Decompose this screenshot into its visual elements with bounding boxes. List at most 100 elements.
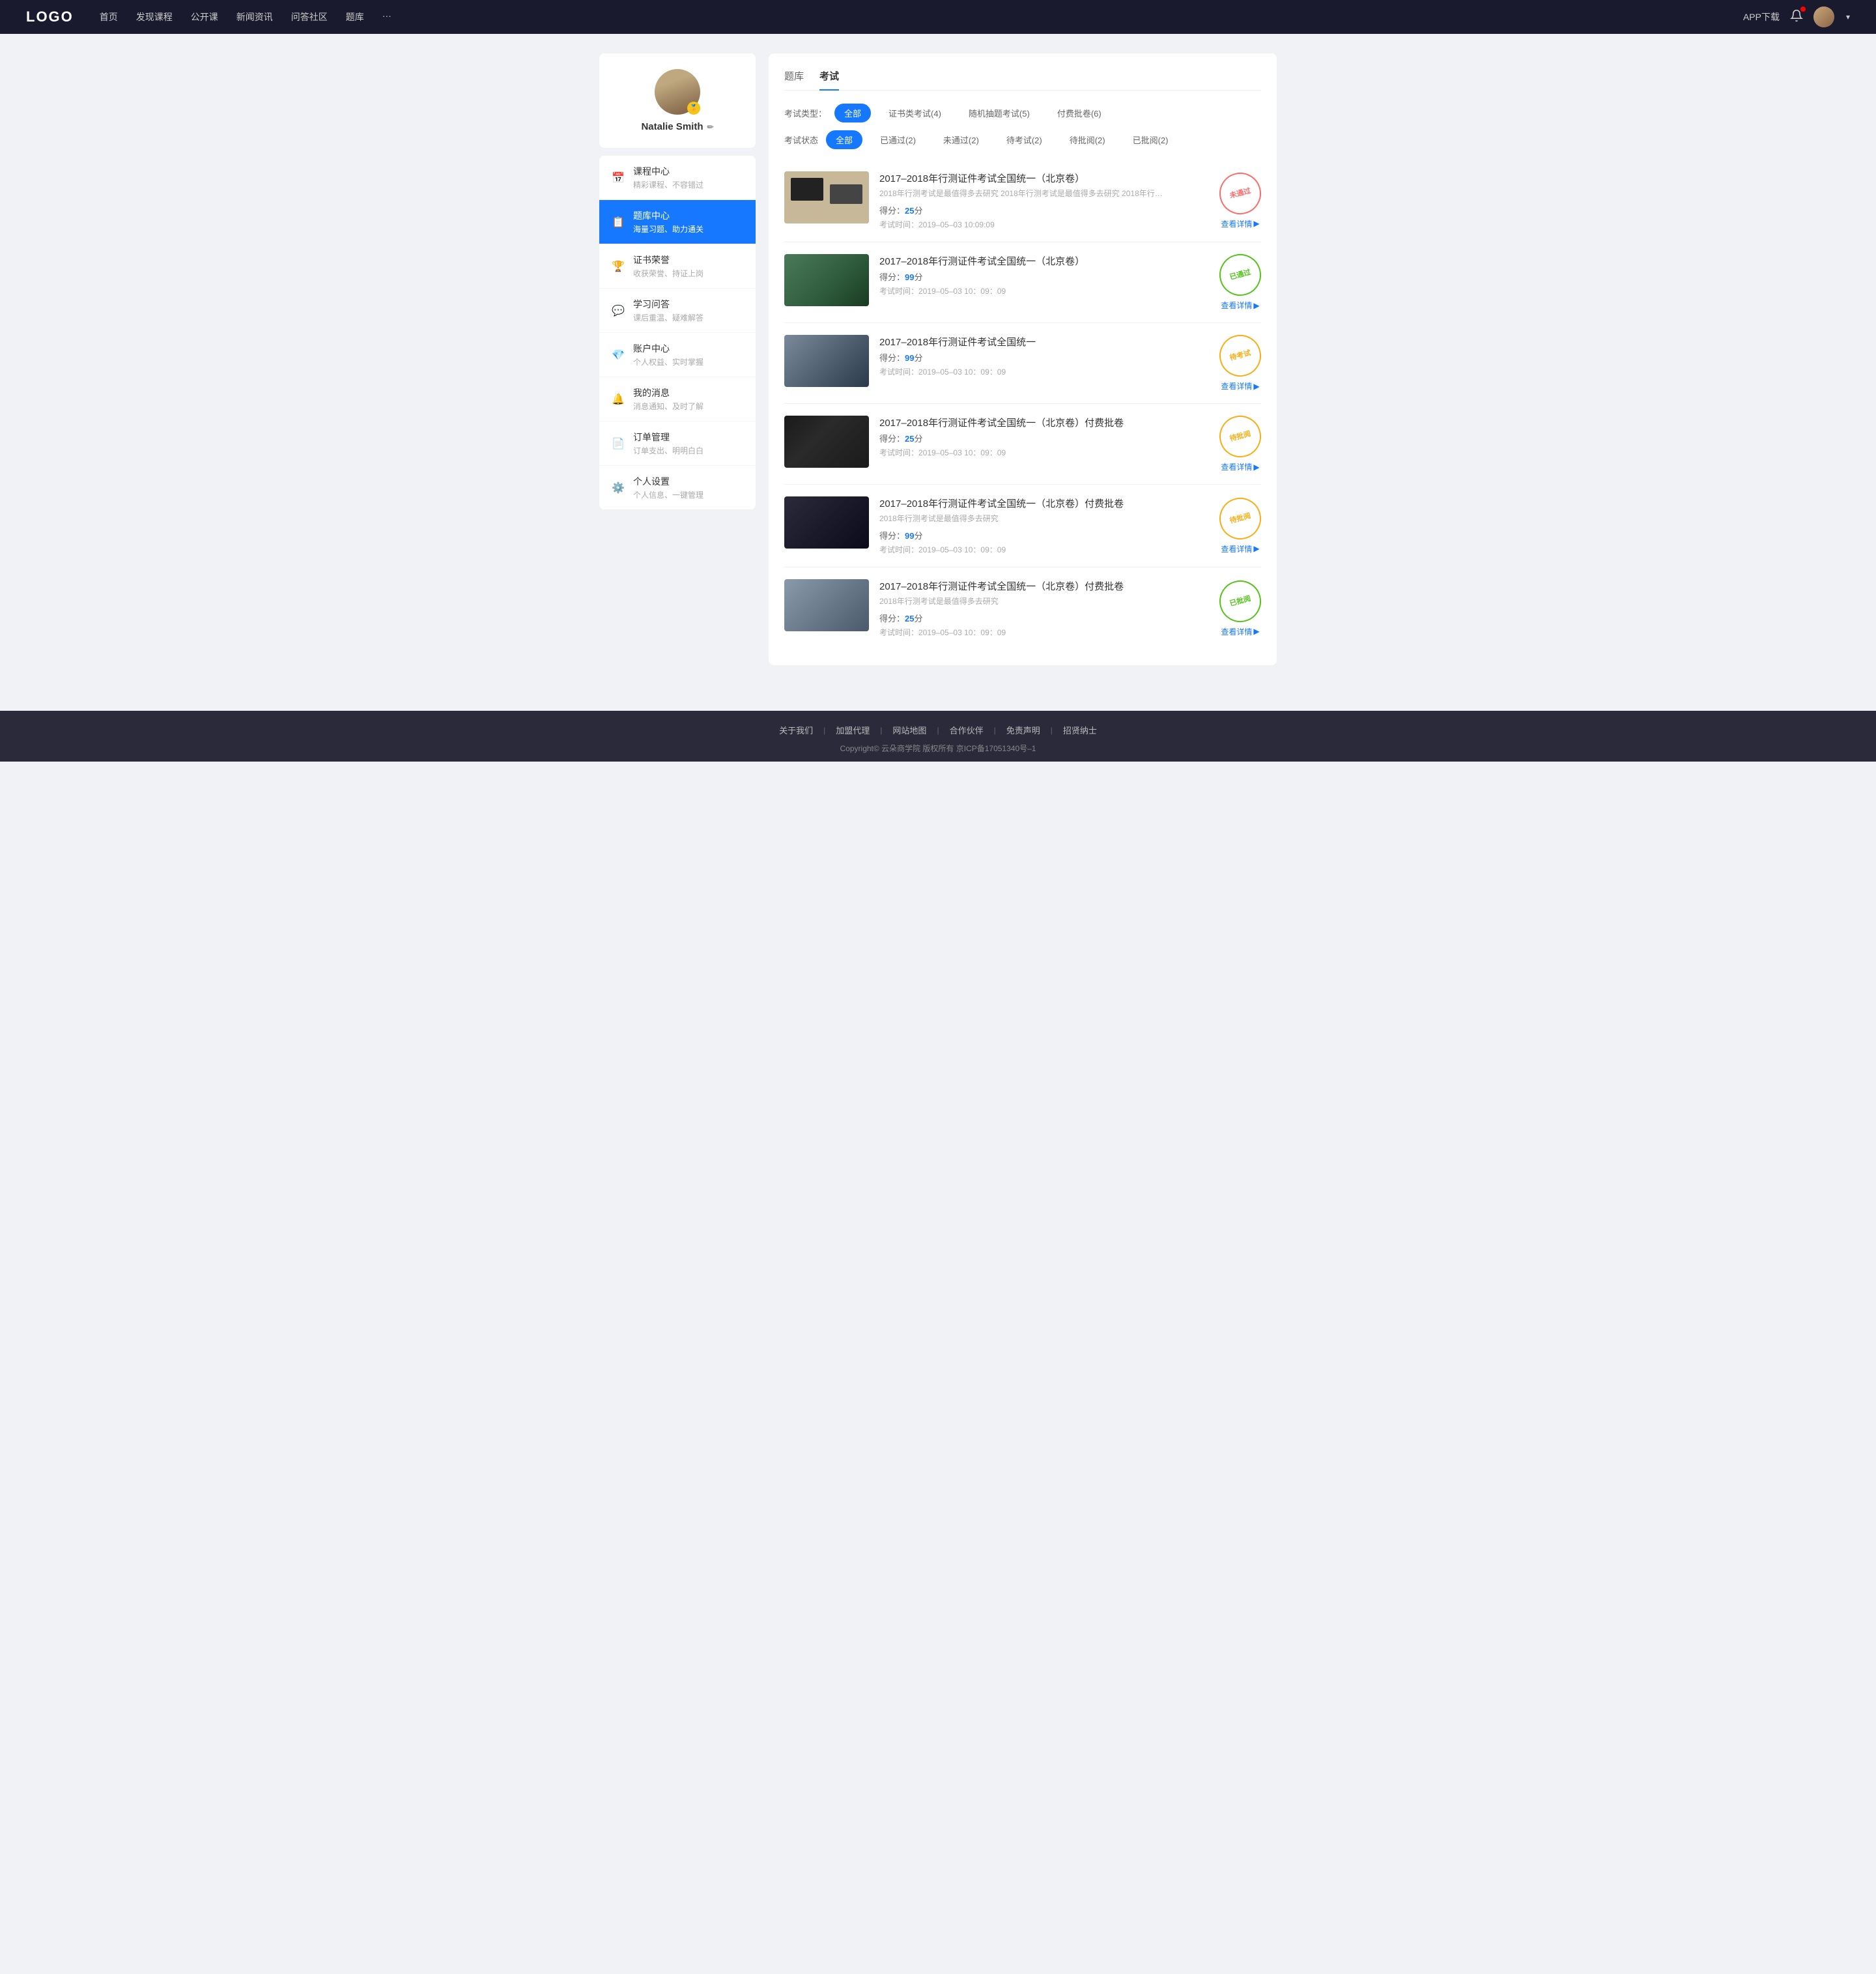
main-container: 🏅 Natalie Smith ✏ 📅 课程中心 精彩课程、不容错过 📋 题库中…	[586, 34, 1290, 685]
cert-menu-sub: 收获荣誉、持证上岗	[633, 268, 744, 279]
qa-menu-title: 学习问答	[633, 298, 744, 311]
exam-score-3: 得分：99分	[879, 351, 1209, 364]
exam-score-val-4: 25	[905, 434, 914, 444]
navbar-nav: 首页 发现课程 公开课 新闻资讯 问答社区 题库 ···	[100, 10, 1743, 23]
footer-link-3[interactable]: 合作伙伴	[939, 724, 994, 736]
exam-time-4: 考试时间：2019–05–03 10：09：09	[879, 447, 1209, 458]
footer-link-2[interactable]: 网站地图	[882, 724, 937, 736]
exam-score-1: 得分：25分	[879, 204, 1209, 216]
footer-link-1[interactable]: 加盟代理	[825, 724, 880, 736]
sidebar-menu: 📅 课程中心 精彩课程、不容错过 📋 题库中心 海量习题、助力通关 🏆 证书荣誉…	[599, 156, 756, 509]
filter-status-btn-未通过(2)[interactable]: 未通过(2)	[933, 130, 989, 149]
sidebar-item-settings[interactable]: ⚙️ 个人设置 个人信息、一键管理	[599, 466, 756, 509]
content-tabs: 题库考试	[784, 69, 1261, 91]
notification-bell-icon[interactable]	[1790, 9, 1803, 25]
exam-thumb-6	[784, 579, 869, 631]
settings-menu-sub: 个人信息、一键管理	[633, 489, 744, 500]
exam-detail-link-3[interactable]: 查看详情 ▶	[1221, 380, 1259, 392]
exam-score-val-3: 99	[905, 353, 914, 363]
msg-menu-sub: 消息通知、及时了解	[633, 401, 744, 412]
bank-menu-sub: 海量习题、助力通关	[633, 223, 744, 235]
detail-link-arrow-icon-1: ▶	[1253, 219, 1259, 228]
order-menu-sub: 订单支出、明明白白	[633, 445, 744, 456]
sidebar-item-course[interactable]: 📅 课程中心 精彩课程、不容错过	[599, 156, 756, 200]
exam-title-1: 2017–2018年行测证件考试全国统一（北京卷）	[879, 171, 1209, 185]
nav-link-discover[interactable]: 发现课程	[136, 10, 173, 23]
nav-link-home[interactable]: 首页	[100, 10, 118, 23]
exam-time-2: 考试时间：2019–05–03 10：09：09	[879, 285, 1209, 296]
exam-info-6: 2017–2018年行测证件考试全国统一（北京卷）付费批卷 2018年行测考试是…	[879, 579, 1209, 638]
filter-status-btn-待批阅(2)[interactable]: 待批阅(2)	[1060, 130, 1115, 149]
filter-status-btn-已通过(2)[interactable]: 已通过(2)	[870, 130, 926, 149]
exam-thumb-4	[784, 416, 869, 468]
exam-score-val-1: 25	[905, 206, 914, 216]
filter-status-btn-待考试(2)[interactable]: 待考试(2)	[997, 130, 1052, 149]
exam-item-6: 2017–2018年行测证件考试全国统一（北京卷）付费批卷 2018年行测考试是…	[784, 567, 1261, 650]
filter-type-btn-付费批卷(6)[interactable]: 付费批卷(6)	[1047, 104, 1111, 122]
footer-link-4[interactable]: 免责声明	[996, 724, 1051, 736]
exam-title-4: 2017–2018年行测证件考试全国统一（北京卷）付费批卷	[879, 416, 1209, 429]
exam-time-1: 考试时间：2019–05–03 10:09:09	[879, 219, 1209, 230]
navbar-right: APP下载 ▾	[1743, 7, 1850, 27]
profile-edit-icon[interactable]: ✏	[707, 122, 713, 132]
tab-exam[interactable]: 考试	[819, 69, 839, 91]
exam-info-2: 2017–2018年行测证件考试全国统一（北京卷） 得分：99分 考试时间：20…	[879, 254, 1209, 296]
exam-detail-link-4[interactable]: 查看详情 ▶	[1221, 461, 1259, 472]
sidebar-item-msg[interactable]: 🔔 我的消息 消息通知、及时了解	[599, 377, 756, 422]
order-menu-title: 订单管理	[633, 431, 744, 444]
exam-item-3: 2017–2018年行测证件考试全国统一 得分：99分 考试时间：2019–05…	[784, 323, 1261, 404]
sidebar-item-account[interactable]: 💎 账户中心 个人权益、实时掌握	[599, 333, 756, 377]
nav-link-qa[interactable]: 问答社区	[291, 10, 328, 23]
exam-item-4: 2017–2018年行测证件考试全国统一（北京卷）付费批卷 得分：25分 考试时…	[784, 404, 1261, 485]
exam-score-val-5: 99	[905, 531, 914, 541]
exam-desc-6: 2018年行测考试是最值得多去研究	[879, 595, 1192, 607]
sidebar-item-order[interactable]: 📄 订单管理 订单支出、明明白白	[599, 422, 756, 466]
exam-info-3: 2017–2018年行测证件考试全国统一 得分：99分 考试时间：2019–05…	[879, 335, 1209, 377]
nav-link-news[interactable]: 新闻资讯	[236, 10, 273, 23]
user-menu-chevron-icon[interactable]: ▾	[1846, 12, 1850, 21]
exam-score-5: 得分：99分	[879, 529, 1209, 541]
exam-action-1: 未通过 查看详情 ▶	[1219, 173, 1261, 229]
sidebar-item-cert[interactable]: 🏆 证书荣誉 收获荣誉、持证上岗	[599, 244, 756, 289]
exam-detail-link-1[interactable]: 查看详情 ▶	[1221, 218, 1259, 229]
sidebar-item-qa[interactable]: 💬 学习问答 课后重温、疑难解答	[599, 289, 756, 333]
sidebar: 🏅 Natalie Smith ✏ 📅 课程中心 精彩课程、不容错过 📋 题库中…	[599, 53, 756, 665]
nav-link-more[interactable]: ···	[382, 10, 391, 23]
exam-info-5: 2017–2018年行测证件考试全国统一（北京卷）付费批卷 2018年行测考试是…	[879, 496, 1209, 555]
exam-detail-link-6[interactable]: 查看详情 ▶	[1221, 626, 1259, 637]
user-avatar-nav[interactable]	[1813, 7, 1834, 27]
account-menu-title: 账户中心	[633, 342, 744, 355]
nav-link-opencourse[interactable]: 公开课	[191, 10, 218, 23]
cert-menu-title: 证书荣誉	[633, 253, 744, 266]
filter-type-btn-随机抽题考试(5)[interactable]: 随机抽题考试(5)	[959, 104, 1040, 122]
exam-detail-link-2[interactable]: 查看详情 ▶	[1221, 300, 1259, 311]
exam-detail-link-5[interactable]: 查看详情 ▶	[1221, 543, 1259, 554]
filter-type-label: 考试类型：	[784, 107, 827, 119]
exam-info-4: 2017–2018年行测证件考试全国统一（北京卷）付费批卷 得分：25分 考试时…	[879, 416, 1209, 458]
filter-status-btn-已批阅(2)[interactable]: 已批阅(2)	[1123, 130, 1178, 149]
logo: LOGO	[26, 8, 74, 25]
exam-action-4: 待批阅 查看详情 ▶	[1219, 416, 1261, 472]
nav-link-bank[interactable]: 题库	[346, 10, 364, 23]
exam-score-val-6: 25	[905, 614, 914, 623]
footer-link-5[interactable]: 招贤纳士	[1053, 724, 1107, 736]
exam-score-4: 得分：25分	[879, 432, 1209, 444]
filter-type-btn-全部[interactable]: 全部	[834, 104, 871, 122]
profile-badge-icon: 🏅	[687, 102, 700, 115]
filter-status-btn-全部[interactable]: 全部	[826, 130, 862, 149]
exam-thumb-1	[784, 171, 869, 223]
notification-badge	[1800, 7, 1806, 12]
app-download-link[interactable]: APP下载	[1743, 10, 1780, 23]
footer-link-0[interactable]: 关于我们	[769, 724, 823, 736]
exam-score-val-2: 99	[905, 272, 914, 282]
detail-link-arrow-icon-4: ▶	[1253, 463, 1259, 472]
exam-desc-5: 2018年行测考试是最值得多去研究	[879, 513, 1192, 524]
exam-item-5: 2017–2018年行测证件考试全国统一（北京卷）付费批卷 2018年行测考试是…	[784, 485, 1261, 567]
tab-questionbank[interactable]: 题库	[784, 69, 804, 91]
sidebar-item-bank[interactable]: 📋 题库中心 海量习题、助力通关	[599, 200, 756, 244]
qa-menu-icon: 💬	[611, 304, 625, 318]
course-menu-title: 课程中心	[633, 165, 744, 178]
filter-type-btn-证书类考试(4)[interactable]: 证书类考试(4)	[879, 104, 951, 122]
exam-action-3: 待考试 查看详情 ▶	[1219, 335, 1261, 392]
exam-info-1: 2017–2018年行测证件考试全国统一（北京卷） 2018年行测考试是最值得多…	[879, 171, 1209, 230]
